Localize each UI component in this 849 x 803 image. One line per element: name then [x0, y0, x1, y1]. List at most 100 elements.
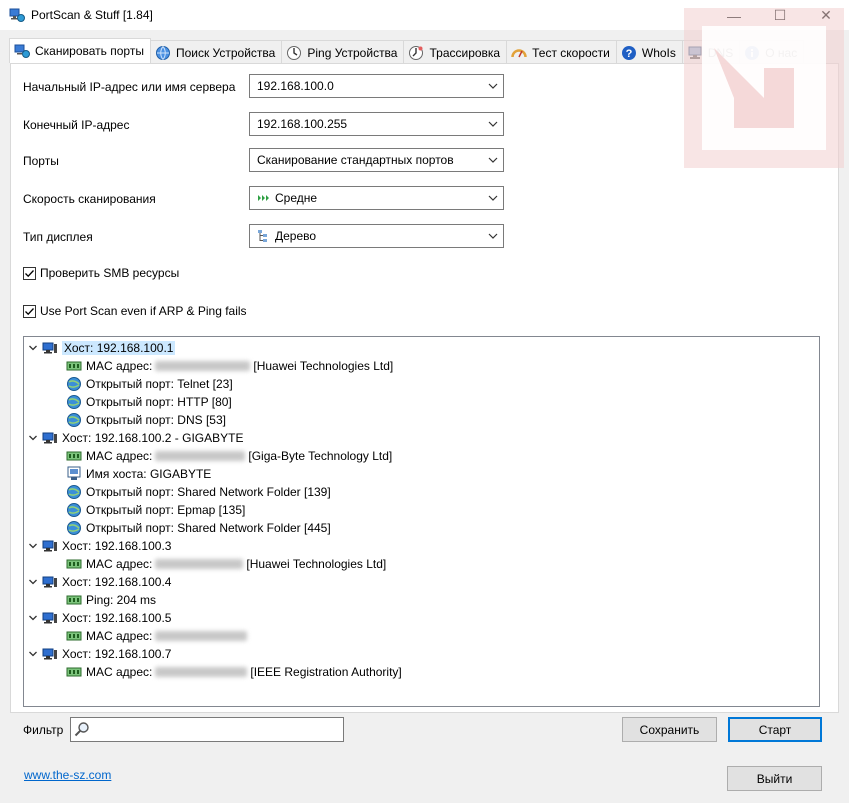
chevron-down-icon	[488, 83, 498, 89]
end-ip-combo[interactable]: 192.168.100.255	[249, 112, 504, 136]
tab-speedtest[interactable]: Тест скорости	[506, 40, 617, 64]
mac-icon	[66, 556, 82, 572]
tree-child-node[interactable]: MAC адрес: [Huawei Technologies Ltd]	[66, 555, 386, 573]
node-suffix: [IEEE Registration Authority]	[250, 665, 402, 679]
tree-child-node[interactable]: Ping: 204 ms	[66, 591, 156, 609]
tab-label: Поиск Устройства	[175, 45, 276, 60]
ports-combo[interactable]: Сканирование стандартных портов	[249, 148, 504, 172]
start-ip-value: 192.168.100.0	[257, 79, 334, 93]
speed-combo[interactable]: Средне	[249, 186, 504, 210]
save-button[interactable]: Сохранить	[622, 717, 717, 742]
tree-host-node[interactable]: Хост: 192.168.100.2 - GIGABYTE	[28, 429, 243, 447]
speed-arrows-icon	[257, 191, 271, 205]
node-text: Ping: 204 ms	[86, 593, 157, 607]
tree-child-node[interactable]: Открытый порт: Epmap [135]	[66, 501, 245, 519]
smb-check-row[interactable]: Проверить SMB ресурсы	[23, 266, 179, 280]
app-icon	[9, 7, 25, 23]
display-type-combo[interactable]: Дерево	[249, 224, 504, 248]
host-label: Хост: 192.168.100.1	[62, 341, 176, 355]
host-label: Хост: 192.168.100.7	[62, 647, 172, 661]
exit-button[interactable]: Выйти	[727, 766, 822, 791]
tree-child-node[interactable]: MAC адрес: [Huawei Technologies Ltd]	[66, 357, 393, 375]
tree-child-node[interactable]: Открытый порт: DNS [53]	[66, 411, 226, 429]
smb-checkbox[interactable]	[23, 266, 36, 280]
tree-child-node[interactable]: Открытый порт: Telnet [23]	[66, 375, 233, 393]
expand-arrow-icon[interactable]	[28, 613, 38, 623]
filter-field[interactable]	[70, 717, 344, 742]
search-icon	[74, 722, 89, 737]
filter-input[interactable]	[93, 720, 338, 739]
checkmark-icon	[25, 269, 34, 277]
tree-child-node[interactable]: Открытый порт: HTTP [80]	[66, 393, 232, 411]
port-icon	[66, 394, 82, 410]
tree-child-node[interactable]: MAC адрес: [Giga-Byte Technology Ltd]	[66, 447, 392, 465]
node-suffix: [Giga-Byte Technology Ltd]	[248, 449, 393, 463]
node-text: Открытый порт: Shared Network Folder [44…	[86, 521, 331, 535]
node-text: Открытый порт: DNS [53]	[86, 413, 226, 427]
chevron-down-icon	[488, 195, 498, 201]
host-icon	[42, 340, 58, 356]
expand-arrow-icon[interactable]	[28, 343, 38, 353]
tab-ping[interactable]: Ping Устройства	[281, 40, 405, 64]
host-label: Хост: 192.168.100.5	[62, 611, 172, 625]
expand-arrow-icon[interactable]	[28, 649, 38, 659]
node-text: Имя хоста: GIGABYTE	[86, 467, 212, 481]
expand-arrow-icon[interactable]	[28, 541, 38, 551]
port-icon	[66, 502, 82, 518]
expand-arrow-icon[interactable]	[28, 433, 38, 443]
start-ip-combo[interactable]: 192.168.100.0	[249, 74, 504, 98]
tree-view-icon	[257, 229, 271, 243]
tab-label: Тест скорости	[532, 45, 610, 60]
results-tree[interactable]: Хост: 192.168.100.1 MAC адрес: [Huawei Tec…	[23, 336, 820, 707]
tab-scan-ports[interactable]: Сканировать порты	[9, 38, 151, 63]
start-ip-label: Начальный IP-адрес или имя сервера	[23, 80, 236, 94]
filter-label: Фильтр	[23, 723, 64, 737]
node-text: Открытый порт: Shared Network Folder [13…	[86, 485, 331, 499]
tab-traceroute[interactable]: Трассировка	[403, 40, 508, 64]
arp-check-row[interactable]: Use Port Scan even if ARP & Ping fails	[23, 304, 247, 318]
svg-text:?: ?	[626, 48, 633, 60]
node-text: Открытый порт: Epmap [135]	[86, 503, 246, 517]
node-prefix: MAC адрес:	[86, 449, 153, 463]
redacted-mac	[155, 631, 248, 641]
speedtest-icon	[511, 45, 527, 61]
checkmark-icon	[25, 307, 34, 315]
tree-child-node[interactable]: MAC адрес: [IEEE Registration Authority]	[66, 663, 402, 681]
mac-icon	[66, 628, 82, 644]
speed-value: Средне	[275, 191, 318, 205]
scan-ports-icon	[14, 43, 30, 59]
port-icon	[66, 412, 82, 428]
arp-check-label: Use Port Scan even if ARP & Ping fails	[40, 304, 247, 318]
node-prefix: MAC адрес:	[86, 359, 153, 373]
whois-icon: ?	[621, 45, 637, 61]
tab-label: WhoIs	[641, 45, 676, 60]
redacted-mac	[155, 559, 244, 569]
tree-child-node[interactable]: Открытый порт: Shared Network Folder [44…	[66, 519, 331, 537]
tab-device-search[interactable]: Поиск Устройства	[149, 40, 283, 64]
end-ip-value: 192.168.100.255	[257, 117, 348, 131]
node-text: Открытый порт: Telnet [23]	[86, 377, 233, 391]
website-link[interactable]: www.the-sz.com	[24, 768, 111, 782]
chevron-down-icon	[488, 233, 498, 239]
traceroute-icon	[408, 45, 424, 61]
tree-host-node[interactable]: Хост: 192.168.100.1	[28, 339, 176, 357]
host-icon	[42, 646, 58, 662]
tree-host-node[interactable]: Хост: 192.168.100.7	[28, 645, 171, 663]
display-type-label: Тип дисплея	[23, 230, 93, 244]
host-icon	[42, 430, 58, 446]
start-button[interactable]: Старт	[728, 717, 822, 742]
tab-whois[interactable]: ? WhoIs	[615, 40, 683, 64]
tree-child-node[interactable]: MAC адрес:	[66, 627, 250, 645]
host-label: Хост: 192.168.100.4	[62, 575, 172, 589]
tree-host-node[interactable]: Хост: 192.168.100.4	[28, 573, 171, 591]
tree-child-node[interactable]: Открытый порт: Shared Network Folder [13…	[66, 483, 331, 501]
tab-label: Сканировать порты	[35, 44, 144, 58]
host-label: Хост: 192.168.100.2 - GIGABYTE	[62, 431, 244, 445]
tab-label: Трассировка	[429, 45, 501, 60]
arp-checkbox[interactable]	[23, 304, 36, 318]
port-icon	[66, 484, 82, 500]
tree-host-node[interactable]: Хост: 192.168.100.5	[28, 609, 171, 627]
tree-host-node[interactable]: Хост: 192.168.100.3	[28, 537, 171, 555]
tree-child-node[interactable]: Имя хоста: GIGABYTE	[66, 465, 211, 483]
expand-arrow-icon[interactable]	[28, 577, 38, 587]
